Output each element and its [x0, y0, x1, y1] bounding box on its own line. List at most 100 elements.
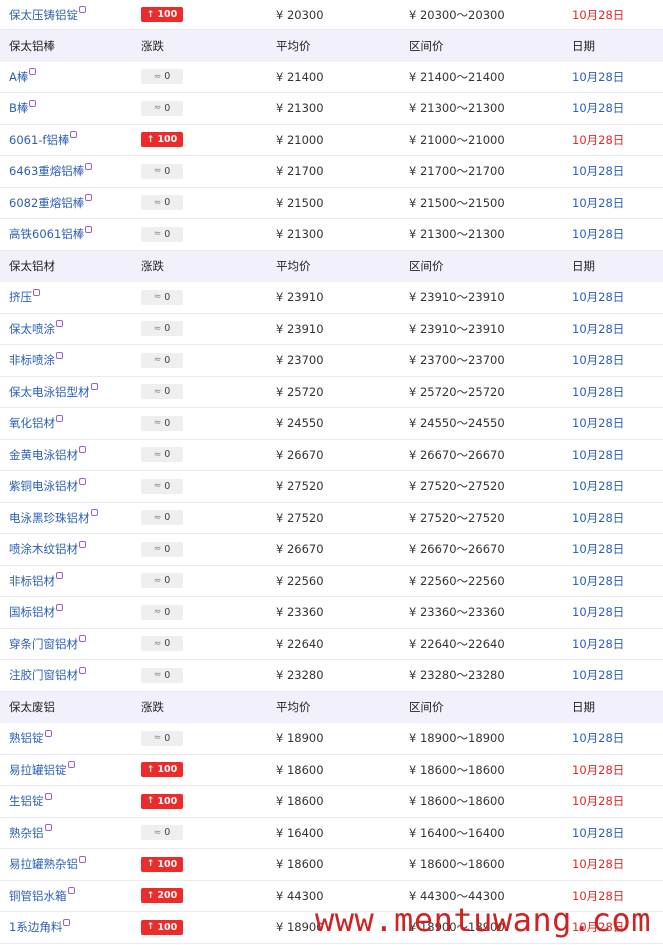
product-name-cell[interactable]: 保太电泳铝型材: [9, 377, 98, 408]
change-up-badge: ↑ 100: [141, 132, 183, 148]
product-name-cell[interactable]: 熟杂铝: [9, 818, 52, 849]
product-name-cell[interactable]: 易拉罐铝锭: [9, 755, 75, 786]
table-row: 非标喷涂 ≈0 ¥ 23700 ¥ 23700～23700 10月28日: [0, 345, 663, 377]
table-row: 高铁6061铝棒 ≈0 ¥ 21300 ¥ 21300～21300 10月28日: [0, 219, 663, 251]
change-up-badge: ↑ 100: [141, 762, 183, 778]
product-name-cell[interactable]: 喷涂木纹铝材: [9, 534, 86, 565]
product-name-link[interactable]: 非标铝材: [9, 573, 55, 589]
change-flat-badge: ≈0: [141, 163, 183, 179]
product-name-link[interactable]: 保太压铸铝锭: [9, 7, 78, 23]
range-price: ¥ 23700～23700: [409, 353, 505, 368]
header-change: 涨跌: [141, 38, 164, 53]
product-name-cell[interactable]: 金黄电泳铝材: [9, 440, 86, 471]
change-value: 0: [164, 354, 171, 366]
date-value: 10月28日: [572, 384, 625, 399]
product-name-cell[interactable]: 注胶门窗铝材: [9, 660, 86, 691]
change-value: 0: [164, 228, 171, 240]
avg-price: ¥ 26670: [276, 542, 324, 557]
product-name-link[interactable]: 熟铝锭: [9, 730, 44, 746]
product-name-cell[interactable]: 挤压: [9, 282, 40, 313]
product-name-link[interactable]: 紫铜电泳铝材: [9, 478, 78, 494]
change-value: 0: [164, 386, 171, 398]
avg-price: ¥ 23910: [276, 290, 324, 305]
arrow-up-icon: ↑: [146, 922, 155, 933]
range-price: ¥ 23910～23910: [409, 290, 505, 305]
change-cell: ≈0: [141, 597, 183, 628]
product-name-link[interactable]: 6463重熔铝棒: [9, 163, 84, 179]
range-price: ¥ 23280～23280: [409, 668, 505, 683]
product-name-link[interactable]: 电泳黑珍珠铝材: [9, 510, 90, 526]
product-name-cell[interactable]: 氧化铝材: [9, 408, 63, 439]
product-name-cell[interactable]: 熟铝锭: [9, 723, 52, 754]
product-name-cell[interactable]: 穿条门窗铝材: [9, 629, 86, 660]
product-name-link[interactable]: 6061-f铝棒: [9, 132, 69, 148]
change-value: 0: [164, 543, 171, 555]
product-name-cell[interactable]: 生铝锭: [9, 786, 52, 817]
wave-icon: ≈: [153, 638, 162, 649]
arrow-up-icon: ↑: [146, 859, 155, 870]
change-value: 0: [164, 417, 171, 429]
tag-icon: [79, 666, 86, 674]
date-value: 10月28日: [572, 542, 625, 557]
date-value: 10月28日: [572, 605, 625, 620]
product-name-link[interactable]: 高铁6061铝棒: [9, 226, 84, 242]
product-name-link[interactable]: 生铝锭: [9, 793, 44, 809]
product-name-link[interactable]: 保太喷涂: [9, 321, 55, 337]
product-name-cell[interactable]: 6061-f铝棒: [9, 125, 78, 156]
product-name-cell[interactable]: 保太喷涂: [9, 314, 63, 345]
product-name-link[interactable]: 喷涂木纹铝材: [9, 541, 78, 557]
change-value: 0: [164, 575, 171, 587]
product-name-link[interactable]: 金黄电泳铝材: [9, 447, 78, 463]
change-cell: ≈0: [141, 282, 183, 313]
wave-icon: ≈: [153, 512, 162, 523]
product-name-link[interactable]: 保太电泳铝型材: [9, 384, 90, 400]
product-name-cell[interactable]: 紫铜电泳铝材: [9, 471, 86, 502]
product-name-link[interactable]: 熟杂铝: [9, 825, 44, 841]
tag-icon: [90, 383, 98, 391]
product-name-cell[interactable]: A棒: [9, 62, 37, 93]
product-name-link[interactable]: B棒: [9, 100, 28, 116]
date-value: 10月28日: [572, 731, 625, 746]
product-name-link[interactable]: A棒: [9, 69, 28, 85]
product-name-cell[interactable]: 易拉罐熟杂铝: [9, 849, 86, 880]
product-name-link[interactable]: 铜管铝水箱: [9, 888, 67, 904]
product-name-cell[interactable]: 高铁6061铝棒: [9, 219, 93, 250]
product-name-link[interactable]: 易拉罐铝锭: [9, 762, 67, 778]
change-cell: ≈0: [141, 471, 183, 502]
change-flat-badge: ≈0: [141, 510, 183, 526]
product-name-link[interactable]: 1系边角料: [9, 919, 62, 935]
product-name-link[interactable]: 穿条门窗铝材: [9, 636, 78, 652]
product-name-cell[interactable]: 非标铝材: [9, 566, 63, 597]
avg-price: ¥ 18600: [276, 794, 324, 809]
table-row: 氧化铝材 ≈0 ¥ 24550 ¥ 24550～24550 10月28日: [0, 408, 663, 440]
product-name-cell[interactable]: 1系边角料: [9, 912, 71, 943]
tag-icon: [56, 351, 63, 359]
date-value: 10月28日: [572, 321, 625, 336]
range-price: ¥ 24550～24550: [409, 416, 505, 431]
product-name-cell[interactable]: 国标铝材: [9, 597, 63, 628]
product-name-cell[interactable]: 6082重熔铝棒: [9, 188, 93, 219]
date-value: 10月28日: [572, 447, 625, 462]
range-price: ¥ 20300～20300: [409, 7, 505, 22]
product-name-cell[interactable]: B棒: [9, 93, 37, 124]
product-name-cell[interactable]: 电泳黑珍珠铝材: [9, 503, 98, 534]
date-value: 10月28日: [572, 416, 625, 431]
product-name-cell[interactable]: 铜管铝水箱: [9, 881, 75, 912]
product-name-link[interactable]: 注胶门窗铝材: [9, 667, 78, 683]
range-price: ¥ 18600～18600: [409, 794, 505, 809]
product-name-link[interactable]: 氧化铝材: [9, 415, 55, 431]
product-name-link[interactable]: 6082重熔铝棒: [9, 195, 84, 211]
product-name-cell[interactable]: 6463重熔铝棒: [9, 156, 93, 187]
product-name-link[interactable]: 易拉罐熟杂铝: [9, 856, 78, 872]
date-value: 10月28日: [572, 195, 625, 210]
product-name-link[interactable]: 挤压: [9, 289, 32, 305]
product-name-link[interactable]: 国标铝材: [9, 604, 55, 620]
range-price: ¥ 21000～21000: [409, 132, 505, 147]
product-name-cell[interactable]: 保太压铸铝锭: [9, 0, 86, 29]
date-value: 10月28日: [572, 479, 625, 494]
header-date: 日期: [572, 700, 595, 715]
wave-icon: ≈: [153, 323, 162, 334]
product-name-link[interactable]: 非标喷涂: [9, 352, 55, 368]
product-name-cell[interactable]: 非标喷涂: [9, 345, 63, 376]
avg-price: ¥ 23910: [276, 321, 324, 336]
